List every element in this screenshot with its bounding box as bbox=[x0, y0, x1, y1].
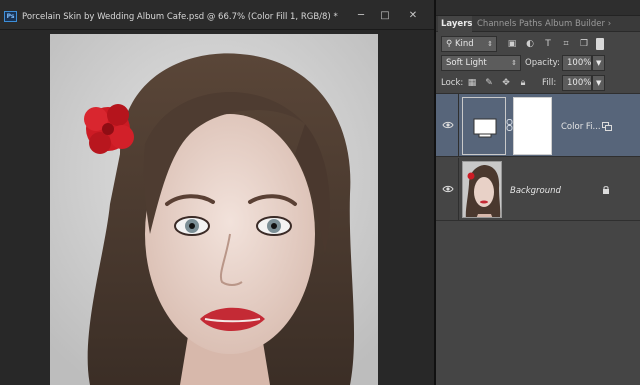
portrait-image bbox=[50, 34, 378, 385]
blend-mode-select[interactable]: Soft Light ⇕ bbox=[441, 55, 521, 71]
tab-album-builder[interactable]: Album Builder › bbox=[542, 16, 636, 32]
lock-fill-row: Lock: ▦ ✎ ✥ 🔒︎ Fill: 100% ▼ bbox=[436, 73, 640, 95]
fill-dropdown-button[interactable]: ▼ bbox=[592, 75, 605, 91]
document-tab-bar[interactable]: Ps Porcelain Skin by Wedding Album Cafe.… bbox=[0, 0, 434, 30]
type-filter-icon[interactable]: T bbox=[542, 39, 554, 50]
chain-link-icon[interactable] bbox=[506, 119, 513, 131]
photoshop-logo-icon: Ps bbox=[4, 11, 17, 22]
lock-all-icon[interactable]: 🔒︎ bbox=[517, 78, 529, 89]
smart-object-filter-icon[interactable]: ❐ bbox=[578, 39, 590, 50]
opacity-input[interactable]: 100% bbox=[562, 55, 592, 71]
kind-filter-select[interactable]: ⚲ Kind ⇕ bbox=[441, 36, 497, 52]
fill-input[interactable]: 100% bbox=[562, 75, 592, 91]
shape-filter-icon[interactable]: ⌗ bbox=[560, 39, 572, 50]
document-title: Porcelain Skin by Wedding Album Cafe.psd… bbox=[22, 12, 338, 22]
panel-header-strip bbox=[436, 0, 640, 16]
layer-name[interactable]: Background bbox=[510, 186, 561, 196]
opacity-label: Opacity: bbox=[525, 58, 560, 68]
kind-filter-value: Kind bbox=[454, 39, 474, 49]
tab-paths[interactable]: Paths bbox=[516, 16, 542, 32]
image-filter-icon[interactable]: ▣ bbox=[506, 39, 518, 50]
document-window: Ps Porcelain Skin by Wedding Album Cafe.… bbox=[0, 0, 434, 385]
chevron-updown-icon: ⇕ bbox=[487, 40, 493, 48]
clipping-layer-icon bbox=[602, 122, 612, 131]
blend-mode-value: Soft Light bbox=[446, 58, 487, 68]
layers-panel: Layers Channels Paths Album Builder › ⚲ … bbox=[436, 0, 640, 385]
fill-label: Fill: bbox=[542, 78, 557, 88]
panel-tab-bar: Layers Channels Paths Album Builder › bbox=[436, 16, 640, 32]
tab-layers[interactable]: Layers bbox=[438, 16, 472, 32]
minimize-button[interactable]: ─ bbox=[348, 9, 374, 24]
chevron-updown-icon: ⇕ bbox=[511, 59, 517, 67]
color-fill-thumbnail[interactable] bbox=[462, 97, 506, 155]
eye-visibility-icon[interactable] bbox=[442, 184, 454, 194]
tab-channels[interactable]: Channels bbox=[474, 16, 516, 32]
magnifier-icon: ⚲ bbox=[446, 39, 455, 49]
lock-label: Lock: bbox=[441, 78, 464, 88]
layer-column-separator bbox=[458, 158, 459, 221]
layer-row-color-fill[interactable]: Color Fi... bbox=[436, 94, 640, 157]
blend-opacity-row: Soft Light ⇕ Opacity: 100% ▼ bbox=[436, 53, 640, 75]
portrait-thumbnail-image bbox=[463, 162, 501, 217]
lock-position-icon[interactable]: ✥ bbox=[500, 78, 512, 89]
fill-adjustment-icon bbox=[473, 118, 497, 138]
filter-toggle-icon[interactable] bbox=[596, 38, 604, 50]
layer-row-background[interactable]: Background bbox=[436, 158, 640, 221]
lock-image-icon[interactable]: ✎ bbox=[483, 78, 495, 89]
layer-mask-thumbnail[interactable] bbox=[513, 97, 552, 155]
opacity-dropdown-button[interactable]: ▼ bbox=[592, 55, 605, 71]
document-canvas[interactable] bbox=[50, 34, 378, 385]
close-button[interactable]: ✕ bbox=[398, 9, 428, 24]
eye-visibility-icon[interactable] bbox=[442, 120, 454, 130]
lock-transparent-icon[interactable]: ▦ bbox=[466, 78, 478, 89]
canvas-area[interactable] bbox=[0, 30, 434, 385]
chevron-down-icon: ▼ bbox=[596, 79, 602, 87]
adjustment-filter-icon[interactable]: ◐ bbox=[524, 39, 536, 50]
layer-name[interactable]: Color Fi... bbox=[561, 122, 601, 132]
maximize-button[interactable]: □ bbox=[372, 9, 398, 24]
background-thumbnail[interactable] bbox=[462, 161, 502, 218]
layer-column-separator bbox=[458, 94, 459, 157]
chevron-down-icon: ▼ bbox=[596, 59, 602, 67]
lock-icon bbox=[603, 186, 609, 194]
layers-empty-area bbox=[436, 224, 640, 385]
